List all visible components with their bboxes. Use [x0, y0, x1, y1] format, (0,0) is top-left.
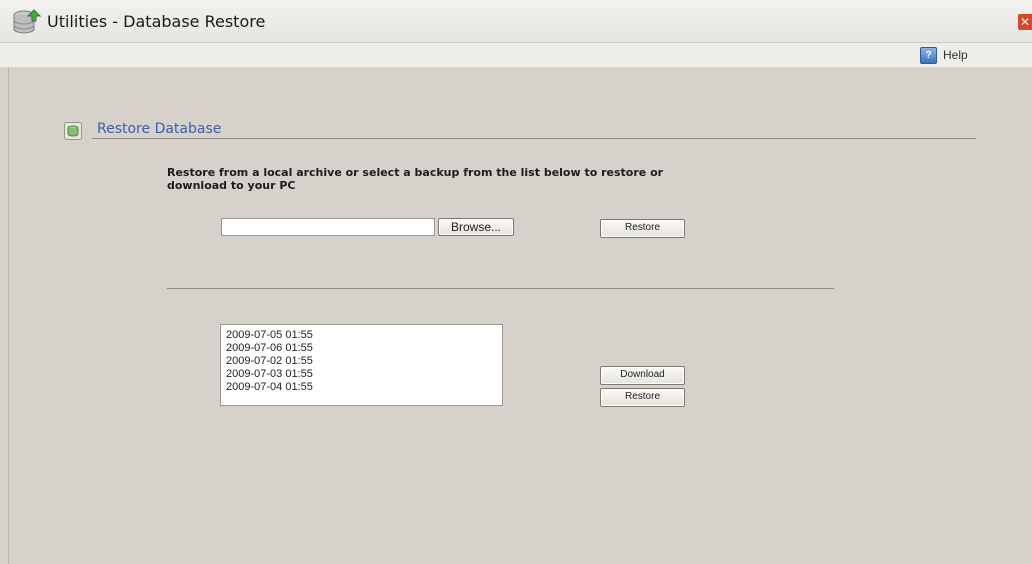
toolbar: ? Help: [0, 43, 1032, 68]
instructions-text: Restore from a local archive or select a…: [167, 166, 664, 192]
list-item[interactable]: 2009-07-05 01:55: [221, 329, 502, 342]
help-button[interactable]: ? Help: [920, 46, 968, 64]
help-label: Help: [943, 48, 968, 62]
help-icon: ?: [920, 46, 937, 64]
section-divider: [92, 138, 976, 139]
list-item[interactable]: 2009-07-04 01:55: [221, 381, 502, 394]
archive-file-input[interactable]: [221, 218, 435, 236]
browse-button[interactable]: Browse...: [438, 218, 514, 236]
content-divider: [167, 288, 834, 289]
list-item[interactable]: 2009-07-03 01:55: [221, 368, 502, 381]
close-button[interactable]: ✕: [1018, 14, 1032, 30]
window-title: Utilities - Database Restore: [47, 12, 266, 31]
database-app-icon: [13, 9, 42, 34]
restore-backup-button[interactable]: Restore: [600, 388, 685, 407]
section-title: Restore Database: [97, 121, 222, 137]
download-button[interactable]: Download: [600, 366, 685, 385]
restore-archive-button[interactable]: Restore: [600, 219, 685, 238]
list-item[interactable]: 2009-07-02 01:55: [221, 355, 502, 368]
backup-list[interactable]: 2009-07-05 01:55 2009-07-06 01:55 2009-0…: [220, 324, 503, 406]
list-item[interactable]: 2009-07-06 01:55: [221, 342, 502, 355]
panel-border: [8, 68, 9, 564]
title-bar: Utilities - Database Restore ✕: [0, 0, 1032, 43]
database-icon: [64, 122, 82, 140]
